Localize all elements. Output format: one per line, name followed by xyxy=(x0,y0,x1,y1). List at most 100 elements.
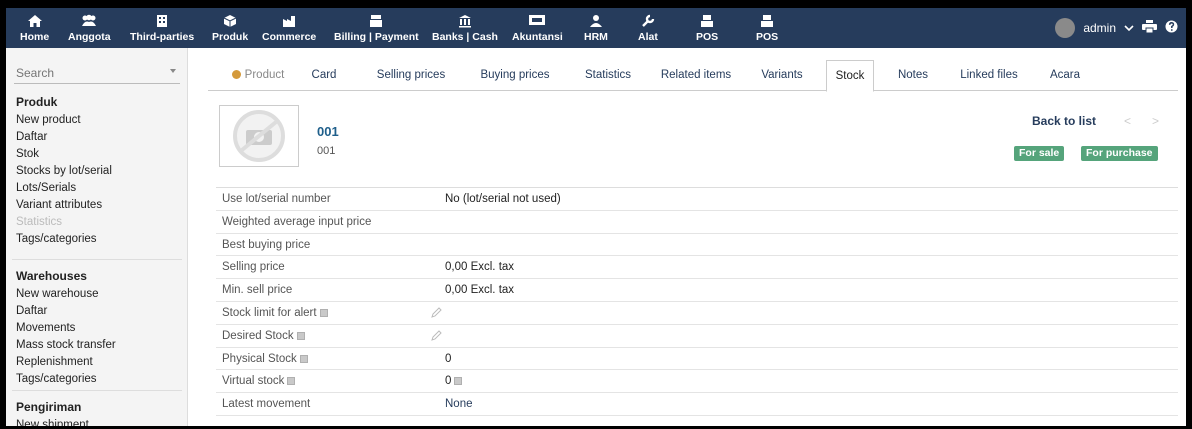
sidebar-item-new-shipment[interactable]: New shipment xyxy=(6,417,188,426)
row-label: Stock limit for alert xyxy=(222,306,317,319)
table-row: Selling price 0,00 Excl. tax xyxy=(216,256,1178,280)
help-icon[interactable] xyxy=(1165,20,1178,36)
row-label-with-help: Desired Stock xyxy=(222,330,305,342)
row-label: Weighted average input price xyxy=(222,215,372,228)
search-input[interactable] xyxy=(14,62,180,84)
pencil-edit-icon[interactable] xyxy=(430,307,442,322)
top-navigation: Home Anggota Third-parties Produk Commer… xyxy=(6,8,1186,48)
tab-acara[interactable]: Acara xyxy=(1040,60,1090,91)
wrench-icon xyxy=(641,14,655,30)
sidebar-item-tags-categories[interactable]: Tags/categories xyxy=(6,231,188,248)
back-to-list-link[interactable]: Back to list xyxy=(1032,114,1096,128)
pencil-edit-icon[interactable] xyxy=(430,330,442,345)
status-badge-for-purchase: For purchase xyxy=(1081,146,1158,161)
tab-variants[interactable]: Variants xyxy=(752,60,812,91)
sidebar-item-movements[interactable]: Movements xyxy=(6,320,188,337)
tab-selling-prices[interactable]: Selling prices xyxy=(368,60,454,91)
nav-anggota[interactable]: Anggota xyxy=(68,8,111,48)
tab-linked-files[interactable]: Linked files xyxy=(954,60,1024,91)
dropdown-caret-icon[interactable] xyxy=(170,69,176,73)
product-photo[interactable] xyxy=(219,105,299,167)
nav-third-parties[interactable]: Third-parties xyxy=(130,8,194,48)
user-name[interactable]: admin xyxy=(1083,21,1116,35)
print-icon[interactable] xyxy=(1142,20,1157,36)
info-icon[interactable] xyxy=(319,308,328,317)
table-row: Physical Stock 0 xyxy=(216,348,1178,371)
row-label: Best buying price xyxy=(222,238,311,251)
sidebar-item-warehouse-tags[interactable]: Tags/categories xyxy=(6,371,188,388)
product-cube-icon xyxy=(231,70,241,79)
building-icon xyxy=(156,14,168,30)
nav-home[interactable]: Home xyxy=(20,8,49,48)
nav-hrm[interactable]: HRM xyxy=(584,8,608,48)
row-value: 0,00 Excl. tax xyxy=(445,284,515,297)
nav-alat-label: Alat xyxy=(638,31,658,43)
register-icon xyxy=(700,14,714,30)
tab-related-items[interactable]: Related items xyxy=(656,60,736,91)
nav-produk[interactable]: Produk xyxy=(212,8,248,48)
nav-akuntansi-label: Akuntansi xyxy=(512,31,563,43)
sidebar-item-stocks-by-lot[interactable]: Stocks by lot/serial xyxy=(6,163,188,180)
sidebar-title-produk[interactable]: Produk xyxy=(6,94,188,112)
info-icon[interactable] xyxy=(299,354,308,363)
sidebar-divider xyxy=(12,259,182,260)
latest-movement-link[interactable]: None xyxy=(445,398,473,410)
sidebar-item-statistics[interactable]: Statistics xyxy=(6,214,188,231)
sidebar-item-stok[interactable]: Stok xyxy=(6,146,188,163)
tab-statistics[interactable]: Statistics xyxy=(572,60,644,91)
sidebar-title-warehouses[interactable]: Warehouses xyxy=(6,268,188,286)
table-row: Min. sell price 0,00 Excl. tax xyxy=(216,279,1178,302)
sidebar-section-warehouses: Warehouses New warehouse Daftar Movement… xyxy=(6,268,188,388)
product-ref: 001 xyxy=(317,124,339,139)
person-icon xyxy=(589,14,603,30)
sidebar-item-variant-attributes[interactable]: Variant attributes xyxy=(6,197,188,214)
next-record-icon[interactable]: > xyxy=(1152,114,1159,128)
sidebar-item-new-product[interactable]: New product xyxy=(6,112,188,129)
nav-commerce[interactable]: Commerce xyxy=(262,8,316,48)
sidebar-item-daftar[interactable]: Daftar xyxy=(6,129,188,146)
sidebar-item-new-warehouse[interactable]: New warehouse xyxy=(6,286,188,303)
info-icon[interactable] xyxy=(454,377,463,386)
tab-product[interactable]: Product xyxy=(222,60,294,91)
avatar[interactable] xyxy=(1055,18,1076,38)
cube-icon xyxy=(223,14,237,30)
prev-record-icon[interactable]: < xyxy=(1124,114,1131,128)
tab-buying-prices[interactable]: Buying prices xyxy=(470,60,560,91)
sidebar-divider xyxy=(12,390,182,391)
table-row: Virtual stock 0 xyxy=(216,370,1178,394)
table-row: Best buying price xyxy=(216,234,1178,257)
row-label: Selling price xyxy=(222,261,285,274)
sidebar-item-mass-stock-transfer[interactable]: Mass stock transfer xyxy=(6,337,188,354)
no-photo-icon xyxy=(233,110,285,162)
nav-billing[interactable]: Billing | Payment xyxy=(334,8,419,48)
nav-pos-1[interactable]: POS xyxy=(696,8,718,48)
table-row: Use lot/serial number No (lot/serial not… xyxy=(216,188,1178,211)
row-label: Desired Stock xyxy=(222,329,294,342)
nav-alat[interactable]: Alat xyxy=(638,8,658,48)
tab-product-label: Product xyxy=(244,69,285,81)
sidebar-section-produk: Produk New product Daftar Stok Stocks by… xyxy=(6,94,188,248)
nav-hrm-label: HRM xyxy=(584,31,608,43)
bank-icon xyxy=(458,14,472,30)
row-label: Virtual stock xyxy=(222,375,285,388)
sidebar-title-pengiriman[interactable]: Pengiriman xyxy=(6,399,188,417)
row-label: Physical Stock xyxy=(222,352,297,365)
tab-card[interactable]: Card xyxy=(304,60,344,91)
sidebar-item-warehouse-daftar[interactable]: Daftar xyxy=(6,303,188,320)
row-value: 0 xyxy=(445,375,452,388)
row-label-with-help: Virtual stock xyxy=(222,375,296,388)
factory-icon xyxy=(282,14,296,30)
tab-notes[interactable]: Notes xyxy=(890,60,936,91)
nav-pos-2[interactable]: POS xyxy=(756,8,778,48)
info-icon[interactable] xyxy=(287,377,296,386)
tab-stock[interactable]: Stock xyxy=(826,60,874,92)
nav-produk-label: Produk xyxy=(212,31,249,43)
chevron-down-icon[interactable] xyxy=(1124,21,1134,35)
sidebar-item-replenishment[interactable]: Replenishment xyxy=(6,354,188,371)
info-icon[interactable] xyxy=(296,331,305,340)
nav-banks[interactable]: Banks | Cash xyxy=(432,8,498,48)
nav-akuntansi[interactable]: Akuntansi xyxy=(512,8,563,48)
product-label: 001 xyxy=(317,145,336,157)
row-label: Use lot/serial number xyxy=(222,193,331,205)
sidebar-item-lots-serials[interactable]: Lots/Serials xyxy=(6,180,188,197)
